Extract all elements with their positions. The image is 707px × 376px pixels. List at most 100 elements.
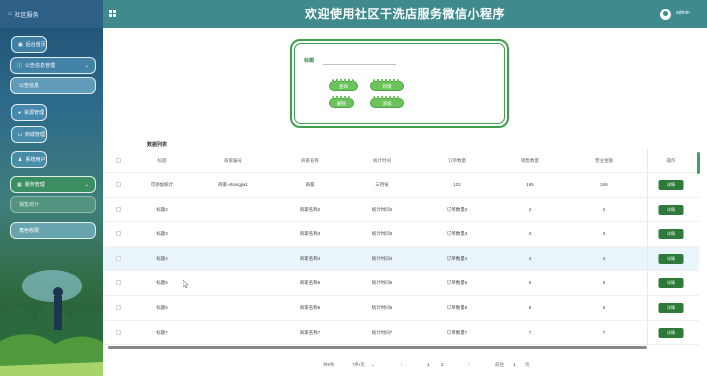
detail-button[interactable]: 详情 [658,278,684,289]
select-all-checkbox[interactable] [116,158,121,163]
cell-order-count: 订单数量2 [446,206,468,212]
row-checkbox[interactable] [116,329,121,335]
chevron-down-icon: ⌄ [84,62,89,69]
sidebar-item-resources[interactable]: ● 资源管理 [11,104,47,121]
info-icon: ⓘ [17,63,23,69]
sidebar-item-label: 公告信息 [19,83,40,89]
table-row[interactable]: 可添加统计 商家-shangjia1 商家 三月份 122 165 246 详情 [103,173,699,198]
table-row[interactable]: 标题5 商家名称5 统计时间5 订单数量5 5 5 详情 [103,271,699,296]
home-icon: ▣ [18,41,23,48]
sidebar-item-label: 系统用户 [25,157,46,163]
sidebar-item-system-users[interactable]: ♟ 系统用户 [11,151,47,168]
cell-merchant-name: 商家名称6 [299,304,321,310]
search-panel: 标题 查询 新增 删除 添加 [290,39,509,128]
detail-button[interactable]: 详情 [658,229,684,240]
sidebar-subitem-role-permissions[interactable]: 角色权限 [10,222,96,239]
row-checkbox[interactable] [116,304,121,310]
query-button[interactable]: 查询 [329,79,358,91]
cell-stat-time: 统计时间4 [371,255,393,261]
cell-order-count: 订单数量3 [446,231,468,237]
list-title: 数据列表 [147,142,168,148]
top-header: 欢迎使用社区干洗店服务微信小程序 admin [103,0,707,28]
sidebar-item-label: 公告信息管理 [25,63,56,69]
action-column-divider [647,149,648,345]
cell-sales-count: 7 [528,329,532,335]
chevron-down-icon: ⌄ [371,362,375,367]
cell-revenue: 7 [602,329,606,335]
add2-button[interactable]: 添加 [370,96,404,108]
sidebar-item-label: 商城管理 [24,132,45,138]
sidebar-item-mall[interactable]: ⊔ 商城管理 [11,126,47,143]
pagination-total: 共8条 [323,362,335,367]
username[interactable]: admin [676,10,690,16]
detail-button[interactable]: 详情 [658,327,684,338]
sidebar-item-service-management[interactable]: ▦ 服务管理 ⌄ [10,176,96,193]
detail-button[interactable]: 详情 [658,180,684,190]
cell-title: 标题6 [156,304,168,310]
column-header-order-count: 订单数量 [448,158,466,163]
sidebar-item-label: 销售统计 [19,202,40,208]
cell-sales-count: 5 [528,280,532,286]
pagination-page-1[interactable]: 1 [427,362,430,367]
side-scroll-indicator[interactable] [697,152,700,174]
page-title: 欢迎使用社区干洗店服务微信小程序 [304,7,505,21]
pagination-next-button[interactable]: › [468,362,470,367]
mouse-cursor-icon [183,280,189,288]
horizontal-scrollbar[interactable] [108,346,647,349]
cell-sales-count: 3 [528,231,532,237]
cell-title: 可添加统计 [150,182,174,187]
cell-revenue: 2 [602,206,606,212]
table-row[interactable]: 标题4 商家名称4 统计时间4 订单数量4 4 4 详情 [103,246,699,272]
cell-revenue: 3 [602,231,606,237]
table-row[interactable]: 标题7 商家名称7 统计时间7 订单数量7 7 7 详情 [103,321,699,346]
pagination-prev-button[interactable]: ‹ [401,362,403,367]
detail-button[interactable]: 详情 [658,253,684,264]
sidebar: ⌂ 社区服务 ▣ 后台首页 ⓘ 公告信息管理 ⌄ 公告信息 ● 资源管理 ⊔ 商… [0,0,103,376]
cell-order-count: 订单数量6 [446,304,468,310]
sidebar-item-home[interactable]: ▣ 后台首页 [11,36,47,53]
sidebar-subitem-notice[interactable]: 公告信息 [10,77,96,94]
cell-revenue: 246 [600,182,608,187]
resource-icon: ● [18,109,22,116]
pagination-goto-label: 前往 [495,362,504,367]
data-table: 标题 商家编号 商家名称 统计时间 订单数量 销售数量 营业金额 操作 可添加统… [103,149,699,346]
row-checkbox[interactable] [116,206,121,212]
pagination-page-2[interactable]: 2 [441,362,444,367]
cell-stat-time: 三月份 [375,182,389,187]
search-title-input[interactable] [323,64,396,65]
column-header-merchant-name: 商家名称 [301,158,319,163]
add-button[interactable]: 新增 [370,79,404,91]
cell-sales-count: 2 [528,206,532,212]
pagination-page-suffix: 页 [525,362,530,367]
sidebar-subitem-sales-stats[interactable]: 销售统计 [10,196,96,213]
detail-button[interactable]: 详情 [658,302,684,313]
cell-merchant-id: 商家-shangjia1 [218,182,248,187]
table-row[interactable]: 标题6 商家名称6 统计时间6 订单数量6 6 6 详情 [103,296,699,321]
pagination-page-size[interactable]: 7条/页 [352,362,365,368]
cell-revenue: 5 [602,280,606,286]
avatar[interactable] [660,9,671,20]
pagination-goto-input[interactable]: 1 [513,362,516,367]
sidebar-brand: ⌂ 社区服务 [0,0,103,28]
search-panel-inner: 标题 查询 新增 删除 添加 [294,43,505,124]
cell-order-count: 订单数量7 [446,329,468,335]
sidebar-item-label: 角色权限 [19,228,40,234]
row-checkbox[interactable] [116,255,121,261]
cell-merchant-name: 商家 [305,182,315,187]
cell-order-count: 订单数量4 [446,255,468,261]
table-row[interactable]: 标题3 商家名称3 统计时间3 订单数量3 3 3 详情 [103,222,699,247]
table-row[interactable]: 标题2 商家名称2 统计时间2 订单数量2 2 2 详情 [103,198,699,223]
home-icon: ⌂ [8,11,12,17]
cell-merchant-name: 商家名称5 [299,280,321,286]
cart-icon: ⊔ [18,131,22,138]
chevron-down-icon: ⌄ [84,181,89,188]
detail-button[interactable]: 详情 [658,204,684,215]
row-checkbox[interactable] [116,231,121,237]
sidebar-item-notice-management[interactable]: ⓘ 公告信息管理 ⌄ [10,57,96,74]
search-title-label: 标题 [304,58,315,64]
delete-button[interactable]: 删除 [329,96,354,108]
cell-order-count: 122 [453,182,461,187]
cell-order-count: 订单数量5 [446,280,468,286]
row-checkbox[interactable] [116,280,121,286]
row-checkbox[interactable] [116,182,121,187]
